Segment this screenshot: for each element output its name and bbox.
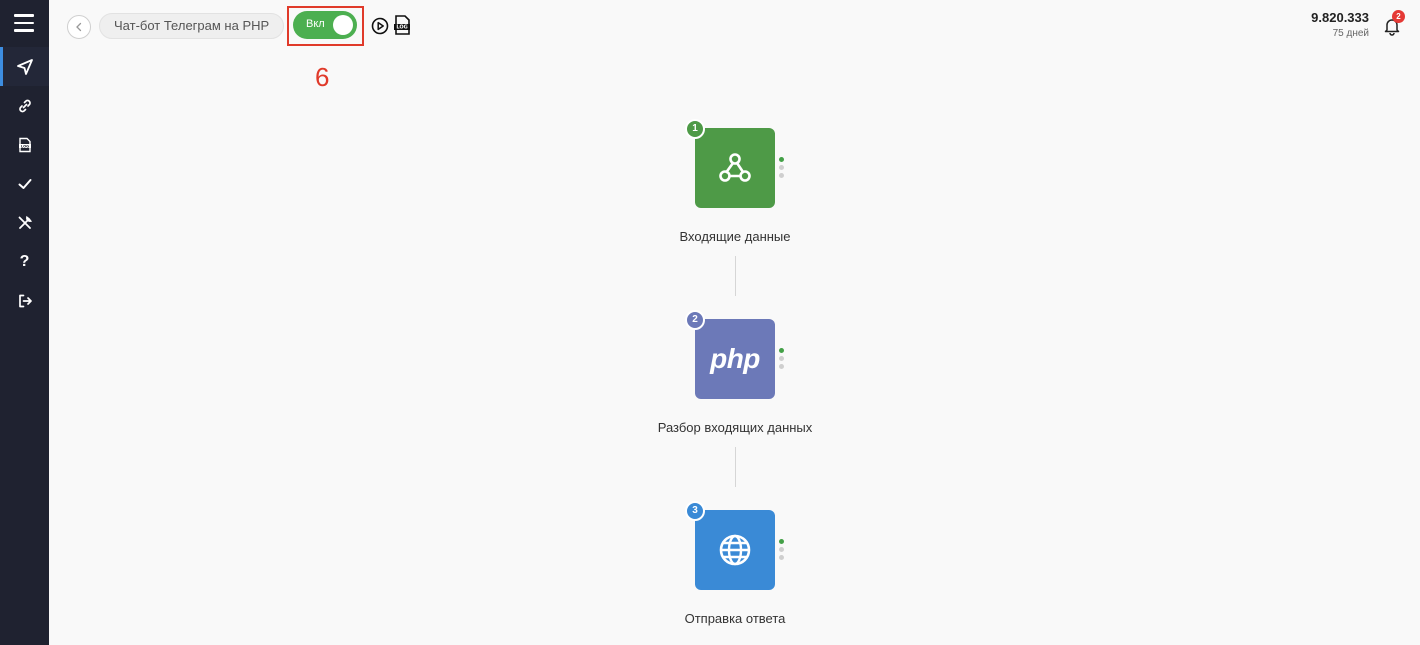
notifications-badge: 2 [1392, 10, 1405, 23]
question-icon: ? [19, 252, 30, 270]
sidebar-item-scenarios[interactable] [0, 47, 49, 86]
toggle-knob [333, 15, 353, 35]
balance-amount: 9.820.333 [1311, 10, 1369, 25]
check-icon [18, 178, 31, 189]
svg-text:LOG: LOG [396, 25, 407, 31]
notifications-button[interactable]: 2 [1382, 10, 1405, 36]
node-number: 3 [685, 501, 705, 521]
chevron-left-icon [76, 22, 82, 32]
annotation-number: 6 [315, 62, 330, 92]
sidebar: LOG ? [0, 0, 49, 645]
link-icon [18, 99, 31, 112]
sidebar-item-connections[interactable] [0, 86, 49, 125]
node-label: Разбор входящих данных [657, 420, 813, 435]
sidebar-item-tools[interactable] [0, 203, 49, 242]
sidebar-item-tasks[interactable] [0, 164, 49, 203]
play-icon[interactable] [371, 17, 389, 35]
flow-connector [735, 447, 736, 487]
logout-icon [18, 294, 32, 307]
node-number: 2 [685, 310, 705, 330]
scenario-title[interactable]: Чат-бот Телеграм на PHP [99, 13, 285, 39]
balance-days: 75 дней [1332, 28, 1369, 39]
node-status-dots [779, 348, 785, 372]
log-icon[interactable]: LOG [393, 15, 411, 35]
node-number: 1 [685, 119, 705, 139]
svg-text:LOG: LOG [20, 144, 28, 148]
sidebar-item-logout[interactable] [0, 281, 49, 320]
globe-icon [719, 534, 751, 566]
log-file-icon: LOG [18, 137, 31, 152]
toggle-label: Вкл [306, 18, 325, 30]
flow-node-parse-data[interactable]: 2 php [685, 310, 775, 399]
node-status-dots [779, 539, 785, 563]
scenario-toggle[interactable]: Вкл [293, 11, 357, 39]
send-icon [16, 58, 33, 75]
flow-connector [735, 256, 736, 296]
top-bar: Чат-бот Телеграм на PHP Вкл 6 LOG 9.820.… [49, 0, 1420, 92]
php-logo: php [710, 343, 760, 374]
balance-info: 9.820.333 75 дней [1311, 10, 1369, 39]
flow-node-incoming-data[interactable]: 1 [685, 119, 775, 208]
sidebar-item-help[interactable]: ? [0, 242, 49, 281]
webhook-icon [719, 153, 751, 182]
node-status-dots [779, 157, 785, 181]
flow-node-send-response[interactable]: 3 [685, 501, 775, 590]
node-label: Отправка ответа [684, 611, 786, 626]
sidebar-item-logs[interactable]: LOG [0, 125, 49, 164]
back-button[interactable] [67, 15, 91, 39]
hamburger-icon[interactable] [14, 14, 34, 32]
tools-icon [18, 215, 32, 229]
node-label: Входящие данные [679, 229, 791, 244]
